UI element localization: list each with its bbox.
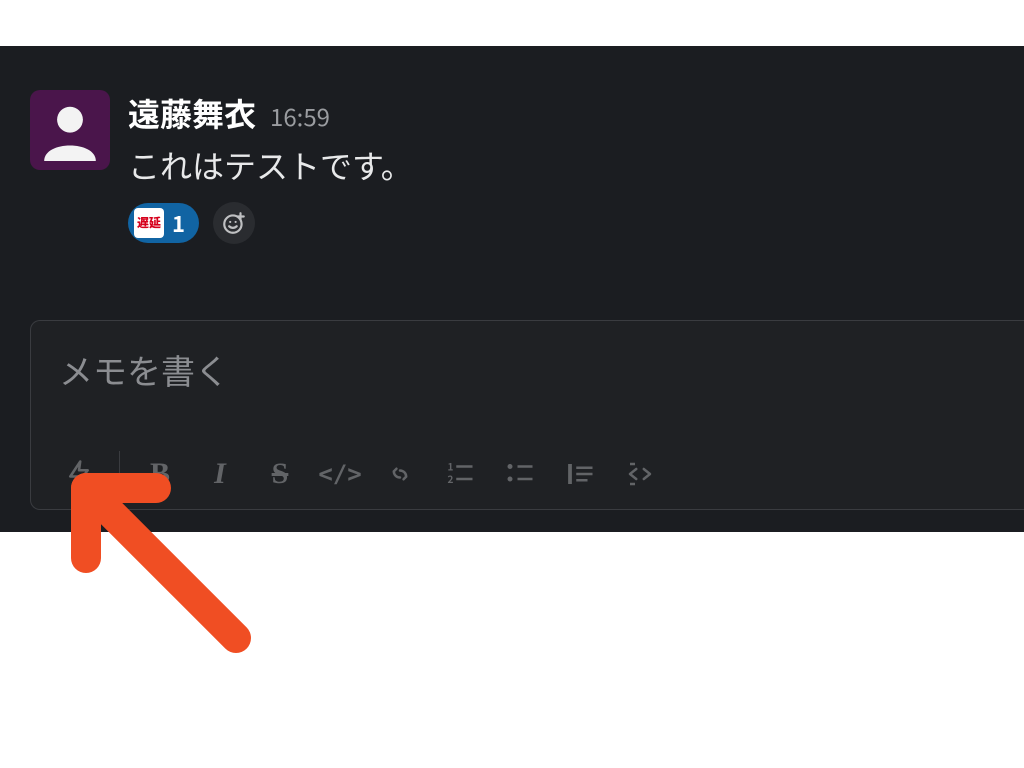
- svg-text:2: 2: [448, 471, 454, 486]
- unordered-list-icon: [505, 459, 535, 489]
- bold-button[interactable]: B: [130, 449, 190, 499]
- code-icon: </>: [318, 460, 361, 488]
- person-icon: [39, 99, 101, 161]
- add-reaction-button[interactable]: [213, 202, 255, 244]
- shortcuts-button[interactable]: [49, 449, 109, 499]
- code-block-button[interactable]: [610, 449, 670, 499]
- unordered-list-button[interactable]: [490, 449, 550, 499]
- inline-code-button[interactable]: </>: [310, 449, 370, 499]
- italic-icon: I: [214, 457, 226, 491]
- code-block-icon: [625, 459, 655, 489]
- strikethrough-icon: S: [272, 457, 289, 491]
- italic-button[interactable]: I: [190, 449, 250, 499]
- custom-emoji-icon: 遅延: [134, 208, 164, 238]
- message-header: 遠藤舞衣 16:59: [128, 90, 413, 136]
- link-button[interactable]: [370, 449, 430, 499]
- blockquote-button[interactable]: [550, 449, 610, 499]
- composer-input[interactable]: メモを書く: [31, 321, 1024, 418]
- message-body: 遠藤舞衣 16:59 これはテストです。 遅延 1: [128, 90, 413, 244]
- reaction-pill[interactable]: 遅延 1: [128, 203, 199, 243]
- ordered-list-button[interactable]: 1 2: [430, 449, 490, 499]
- avatar[interactable]: [30, 90, 110, 170]
- smile-plus-icon: [221, 210, 247, 236]
- toolbar-divider: [119, 451, 120, 497]
- reaction-count: 1: [172, 207, 185, 239]
- ordered-list-icon: 1 2: [445, 459, 475, 489]
- blockquote-icon: [565, 459, 595, 489]
- message-row: 遠藤舞衣 16:59 これはテストです。 遅延 1: [30, 90, 413, 244]
- lightning-icon: [64, 459, 94, 489]
- message-text: これはテストです。: [128, 142, 413, 188]
- message-time: 16:59: [270, 98, 330, 133]
- link-icon: [385, 459, 415, 489]
- author-name[interactable]: 遠藤舞衣: [128, 90, 256, 136]
- chat-panel: 遠藤舞衣 16:59 これはテストです。 遅延 1: [0, 46, 1024, 532]
- message-composer: メモを書く B I S </>: [30, 320, 1024, 510]
- strikethrough-button[interactable]: S: [250, 449, 310, 499]
- bold-icon: B: [150, 457, 170, 491]
- reactions-bar: 遅延 1: [128, 202, 413, 244]
- formatting-toolbar: B I S </> 1 2: [31, 439, 1024, 509]
